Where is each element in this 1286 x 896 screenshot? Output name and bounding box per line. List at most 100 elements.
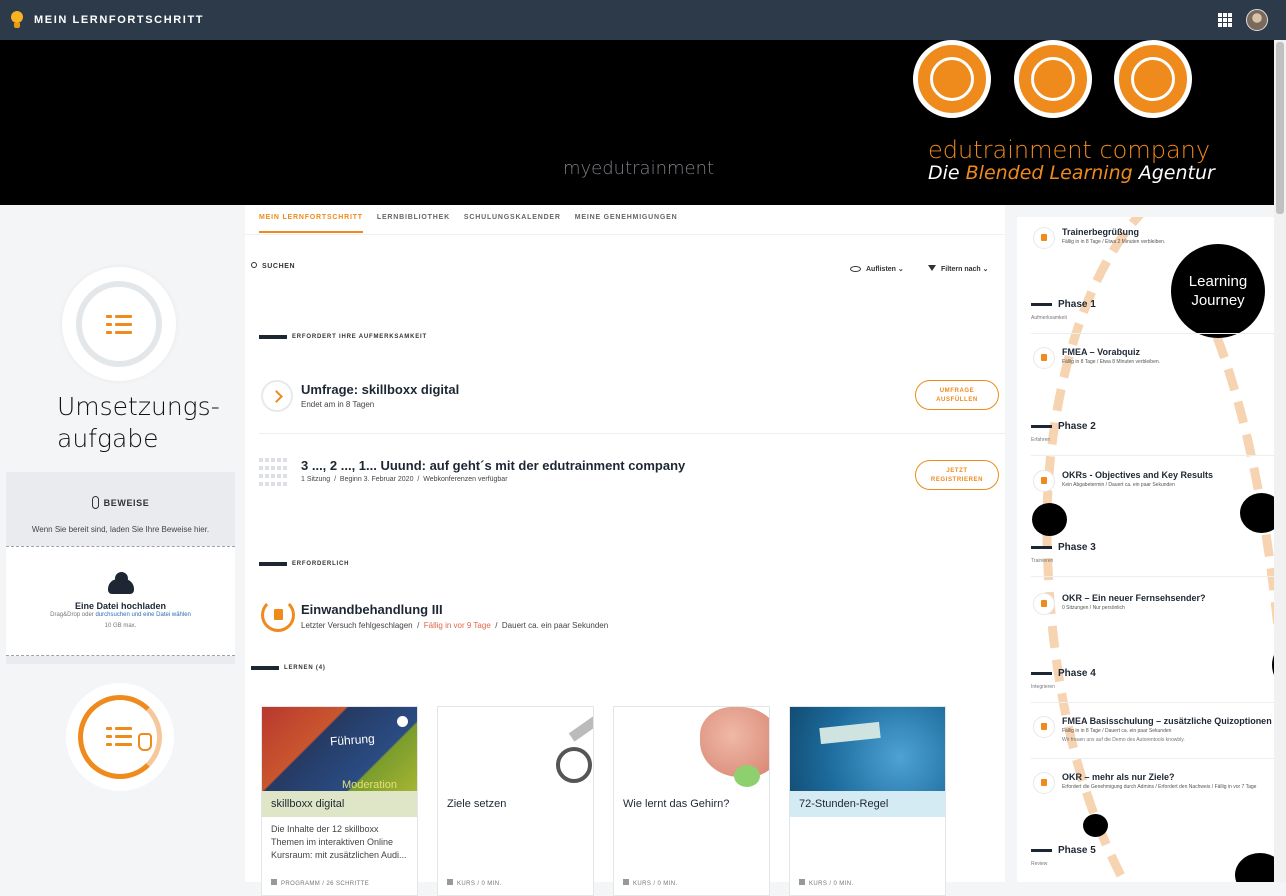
list-item[interactable]: 3 ..., 2 ..., 1... Uuund: auf geht´s mit…	[259, 458, 1005, 498]
app-title: MEIN LERNFORTSCHRITT	[34, 14, 205, 26]
company-name: edutrainment company	[928, 136, 1211, 164]
journey-marker	[1083, 814, 1108, 837]
graduation-cap-logo-icon	[913, 40, 991, 118]
section-required: ERFORDERLICH	[259, 561, 349, 567]
course-cards: Führung Moderation skillboxx digital Die…	[261, 706, 946, 896]
journey-item-title[interactable]: FMEA Basisschulung – zusätzliche Quizopt…	[1062, 716, 1272, 726]
chevron-right-icon[interactable]	[261, 380, 293, 412]
task-title: Umsetzungs-aufgabe	[57, 392, 220, 453]
course-card[interactable]: Führung Moderation skillboxx digital Die…	[261, 706, 418, 896]
session-icon	[1033, 593, 1055, 615]
task-panel: Umsetzungs-aufgabe BEWEISE Wenn Sie bere…	[0, 205, 245, 882]
course-image	[438, 707, 593, 791]
journey-item-meta: Kein Abgabetermin / Dauert ca. ein paar …	[1062, 482, 1175, 488]
course-card[interactable]: 72-Stunden-Regel KURS / 0 MIN.	[789, 706, 946, 896]
card-footer: PROGRAMM / 26 SCHRITTE	[271, 879, 369, 887]
journey-item-title[interactable]: Trainerbegrüßung	[1062, 227, 1139, 237]
avatar[interactable]	[1246, 9, 1268, 31]
page-scrollbar[interactable]	[1274, 40, 1286, 882]
browse-file-link[interactable]: durchsuchen und eine Datei wählen	[95, 612, 190, 618]
journey-item-meta: Erfordert die Genehmigung durch Admins /…	[1062, 784, 1257, 790]
program-icon	[271, 879, 277, 885]
journey-item-title[interactable]: OKRs - Objectives and Key Results	[1062, 470, 1213, 480]
divider	[1031, 702, 1274, 703]
course-image: Führung Moderation	[262, 707, 417, 791]
course-icon	[1033, 470, 1055, 492]
approval-icon	[1033, 772, 1055, 794]
tab-meine-genehmigungen[interactable]: MEINE GENEHMIGUNGEN	[575, 214, 678, 233]
card-title[interactable]: Wie lernt das Gehirn?	[614, 791, 769, 817]
lightbulb-icon[interactable]	[10, 10, 24, 30]
filter-dropdown[interactable]: Filtern nach ⌄	[928, 265, 989, 273]
journey-item-meta: Fällig in in 8 Tage / Dauert ca. ein paa…	[1062, 728, 1172, 734]
search-button[interactable]: SUCHEN	[251, 262, 295, 270]
card-title[interactable]: skillboxx digital	[262, 791, 417, 817]
tabs-divider	[245, 234, 1005, 235]
quiz-icon	[1033, 347, 1055, 369]
file-dropzone[interactable]: Eine Datei hochladen Drag&Drop oder durc…	[6, 546, 235, 656]
card-title[interactable]: 72-Stunden-Regel	[790, 791, 945, 817]
register-button[interactable]: JETZT REGISTRIEREN	[915, 460, 999, 490]
stopwatch-icon	[556, 747, 592, 783]
journey-item-meta: Fällig in in 8 Tage / Etwa 2 Minuten ver…	[1062, 239, 1166, 245]
journey-item-title[interactable]: FMEA – Vorabquiz	[1062, 347, 1140, 357]
list-item[interactable]: Einwandbehandlung III Letzter Versuch fe…	[259, 598, 1005, 638]
course-icon	[1033, 716, 1055, 738]
list-item[interactable]: Umfrage: skillboxx digital Endet am in 8…	[259, 380, 1005, 420]
journey-item-meta: 0 Sitzungen / Nur persönlich	[1062, 605, 1125, 611]
search-icon	[251, 262, 257, 268]
apps-grid-icon[interactable]	[1218, 13, 1232, 27]
cloud-upload-icon	[108, 572, 134, 594]
upload-size-limit: 10 GB max.	[104, 623, 137, 629]
task-progress-ring	[62, 267, 176, 381]
journey-item-note: Wir freuen uns auf die Demo des Autorent…	[1062, 737, 1185, 743]
card-footer: KURS / 0 MIN.	[799, 879, 854, 887]
journey-item-title[interactable]: OKR – Ein neuer Fernsehsender?	[1062, 593, 1206, 603]
image-text: Moderation	[342, 779, 398, 791]
fill-survey-button[interactable]: UMFRAGE AUSFÜLLEN	[915, 380, 999, 410]
item-title[interactable]: 3 ..., 2 ..., 1... Uuund: auf geht´s mit…	[301, 458, 685, 473]
phase-5: Phase 5 Review	[1031, 845, 1096, 867]
item-meta: Endet am in 8 Tagen	[301, 400, 375, 409]
card-title[interactable]: Ziele setzen	[438, 791, 593, 817]
retry-icon	[261, 598, 295, 632]
evidence-upload-panel: BEWEISE Wenn Sie bereit sind, laden Sie …	[6, 472, 235, 664]
divider	[1031, 333, 1274, 334]
tab-mein-lernfortschritt[interactable]: MEIN LERNFORTSCHRITT	[259, 214, 363, 233]
journey-item-meta: Fällig in 8 Tage / Etwa 8 Minuten verble…	[1062, 359, 1161, 365]
item-title[interactable]: Einwandbehandlung III	[301, 602, 443, 617]
card-footer: KURS / 0 MIN.	[447, 879, 502, 887]
site-name: myedutrainment	[563, 158, 715, 179]
scrollbar-thumb[interactable]	[1276, 42, 1284, 214]
phase-4: Phase 4 Integrieren	[1031, 668, 1096, 690]
checklist-icon	[106, 313, 134, 337]
phase-3: Phase 3 Trainieren	[1031, 542, 1096, 564]
section-learn: LERNEN (4)	[251, 665, 326, 671]
item-title[interactable]: Umfrage: skillboxx digital	[301, 382, 459, 397]
card-description: Die Inhalte der 12 skillboxx Themen im i…	[271, 824, 407, 860]
cap-logo-icon	[1014, 40, 1092, 118]
journey-item-title[interactable]: OKR – mehr als nur Ziele?	[1062, 772, 1175, 782]
divider	[1031, 455, 1274, 456]
header-banner: myedutrainment edutrainment company Die …	[0, 40, 1274, 205]
course-icon	[447, 879, 453, 885]
course-card[interactable]: Ziele setzen KURS / 0 MIN.	[437, 706, 594, 896]
evidence-heading: BEWEISE	[6, 496, 235, 509]
company-tagline: Die Blended Learning Agentur	[928, 162, 1215, 184]
evidence-hint: Wenn Sie bereit sind, laden Sie Ihre Bew…	[31, 525, 210, 534]
view-toggle[interactable]: Auflisten ⌄	[850, 265, 904, 273]
upload-title: Eine Datei hochladen	[74, 601, 167, 611]
tab-schulungskalender[interactable]: SCHULUNGSKALENDER	[464, 214, 561, 233]
course-card[interactable]: Wie lernt das Gehirn? KURS / 0 MIN.	[613, 706, 770, 896]
main-content: MEIN LERNFORTSCHRITT LERNBIBLIOTHEK SCHU…	[245, 205, 1005, 896]
task-progress-ring-2	[66, 683, 174, 791]
learning-journey-badge: Learning Journey	[1171, 244, 1265, 338]
nav-tabs: MEIN LERNFORTSCHRITT LERNBIBLIOTHEK SCHU…	[259, 214, 677, 233]
phase-1: Phase 1 Aufmerksamkeit	[1031, 299, 1096, 321]
phase-2: Phase 2 Erfahren	[1031, 421, 1096, 443]
divider	[259, 433, 1005, 434]
image-text: Führung	[329, 731, 376, 749]
tab-lernbibliothek[interactable]: LERNBIBLIOTHEK	[377, 214, 450, 233]
item-meta: 1 Sitzung / Beginn 3. Februar 2020 / Web…	[301, 476, 508, 483]
checklist-icon	[106, 725, 134, 749]
